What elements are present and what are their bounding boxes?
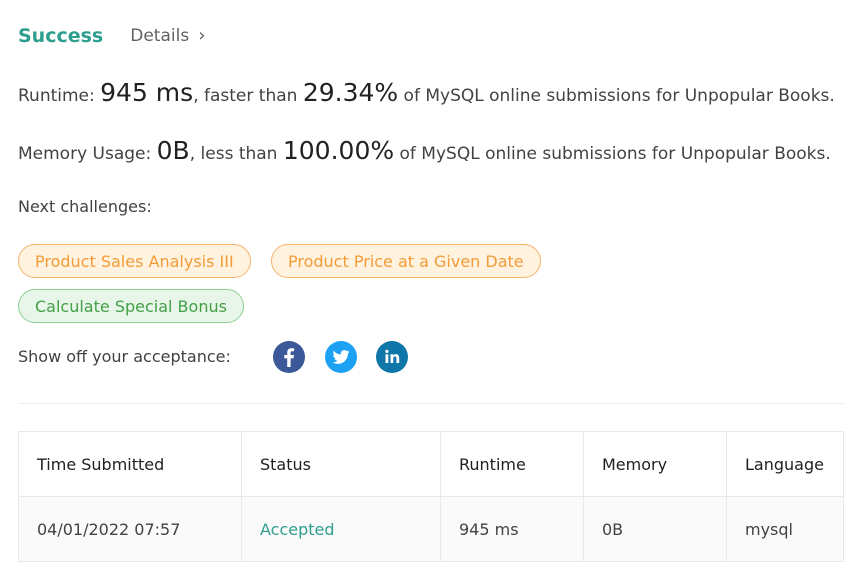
twitter-icon[interactable] [325,341,357,373]
cell-runtime: 945 ms [440,496,584,562]
cell-time: 04/01/2022 07:57 [18,496,242,562]
details-label: Details [130,26,190,46]
runtime-label: Runtime: [18,86,95,106]
share-label: Show off your acceptance: [18,347,231,366]
column-language: Language [726,431,844,497]
linkedin-icon[interactable] [376,341,408,373]
table-row: 04/01/2022 07:57 Accepted 945 ms 0B mysq… [18,496,844,562]
column-status: Status [241,431,441,497]
cell-memory: 0B [583,496,727,562]
facebook-icon[interactable] [273,341,305,373]
details-link[interactable]: Details › [130,26,205,46]
challenge-product-sales-analysis-iii[interactable]: Product Sales Analysis III [18,244,251,278]
cell-status-accepted[interactable]: Accepted [241,496,441,562]
status-success: Success [18,25,104,47]
next-challenges-label: Next challenges: [18,197,152,216]
memory-suffix: of MySQL online submissions for Unpopula… [399,144,831,164]
runtime-percent: 29.34% [302,78,399,107]
runtime-value: 945 ms [100,78,194,107]
cell-language: mysql [726,496,844,562]
memory-compare: , less than [189,144,278,164]
divider [18,403,844,404]
challenge-calculate-special-bonus[interactable]: Calculate Special Bonus [18,289,244,323]
runtime-compare: , faster than [193,86,298,106]
runtime-suffix: of MySQL online submissions for Unpopula… [403,86,835,106]
memory-stat: Memory Usage: 0B, less than 100.00% of M… [18,136,831,165]
column-time-submitted: Time Submitted [18,431,242,497]
memory-value: 0B [156,136,190,165]
runtime-stat: Runtime: 945 ms, faster than 29.34% of M… [18,78,835,107]
memory-percent: 100.00% [282,136,395,165]
table-header-row: Time Submitted Status Runtime Memory Lan… [18,431,844,497]
result-header: Success Details › [18,22,205,50]
column-runtime: Runtime [440,431,584,497]
chevron-right-icon: › [198,25,206,46]
submissions-table: Time Submitted Status Runtime Memory Lan… [18,431,844,562]
challenge-product-price-at-given-date[interactable]: Product Price at a Given Date [271,244,541,278]
column-memory: Memory [583,431,727,497]
memory-label: Memory Usage: [18,144,152,164]
